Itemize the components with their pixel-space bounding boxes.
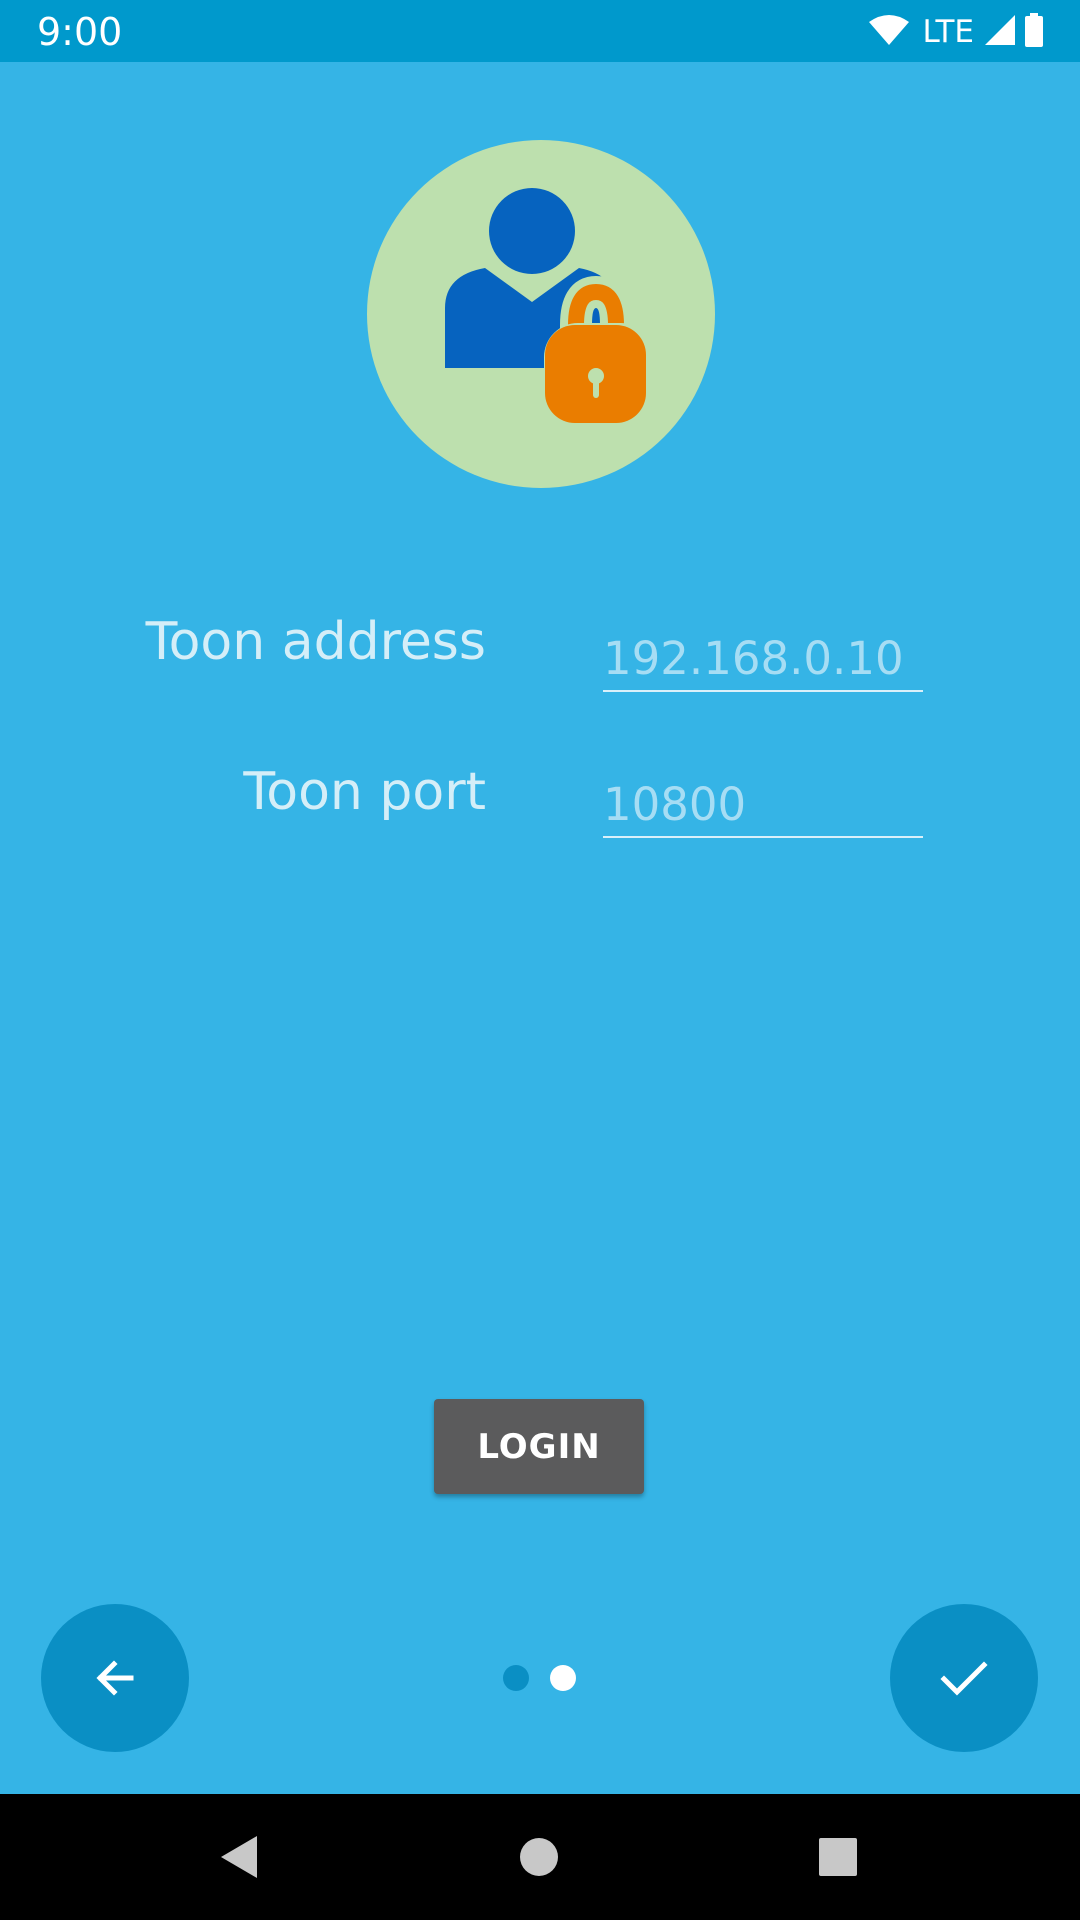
toon-port-input[interactable] <box>603 772 923 838</box>
login-button[interactable]: LOGIN <box>434 1399 644 1494</box>
toon-address-label: Toon address <box>145 612 486 672</box>
battery-icon <box>1024 12 1044 52</box>
status-icons: LTE <box>868 12 1044 52</box>
status-time: 9:00 <box>37 10 123 54</box>
wifi-icon <box>868 14 910 51</box>
done-button[interactable] <box>890 1604 1038 1752</box>
arrow-back-icon <box>96 1660 134 1696</box>
nav-back-button[interactable] <box>179 1794 299 1920</box>
page-indicator-dot-2 <box>550 1665 576 1691</box>
nav-back-icon <box>221 1836 257 1878</box>
navigation-bar <box>0 1794 1080 1920</box>
status-bar: 9:00 LTE <box>0 0 1080 62</box>
page-indicator-dot-1 <box>503 1665 529 1691</box>
previous-page-button[interactable] <box>41 1604 189 1752</box>
nav-recents-button[interactable] <box>778 1794 898 1920</box>
toon-port-label: Toon port <box>243 762 486 822</box>
cell-signal-icon <box>984 14 1016 51</box>
check-icon <box>940 1661 988 1696</box>
avatar <box>367 140 715 488</box>
user-lock-icon <box>445 188 654 428</box>
nav-home-button[interactable] <box>479 1794 599 1920</box>
toon-address-input[interactable] <box>603 626 923 692</box>
network-type: LTE <box>922 14 974 50</box>
login-screen: 9:00 LTE Toon address 192.168.0.10 Toon … <box>0 0 1080 1920</box>
nav-home-icon <box>520 1838 558 1876</box>
nav-recents-icon <box>819 1838 857 1876</box>
